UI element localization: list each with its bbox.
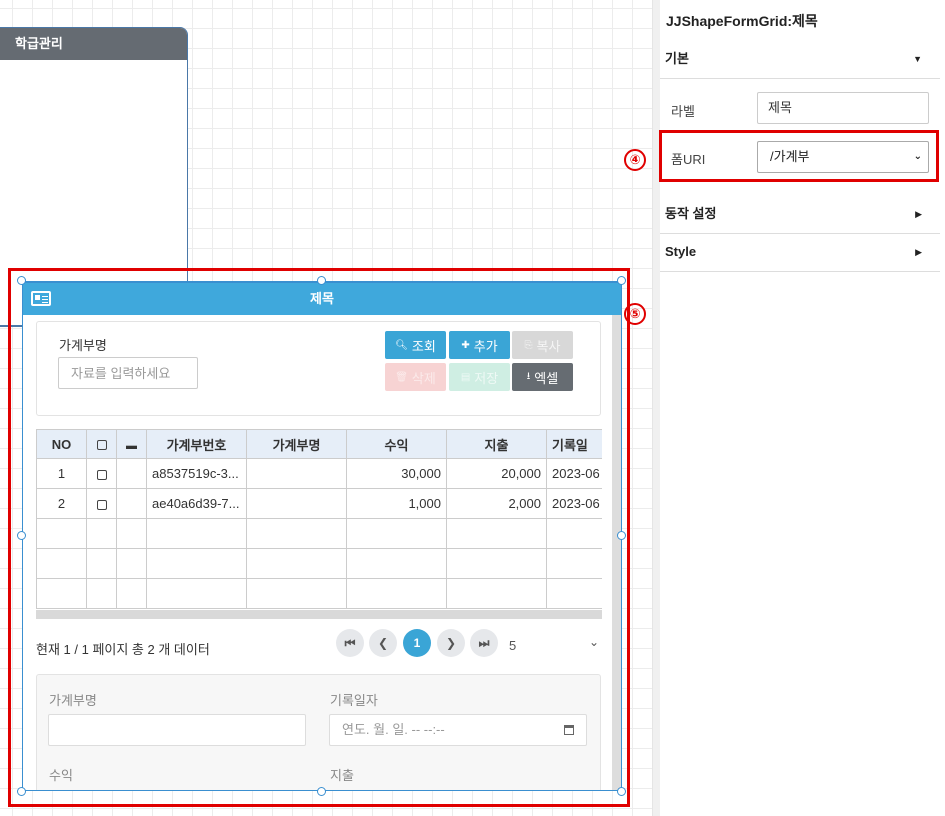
prop-label-label: 라벨 <box>671 104 695 119</box>
panel-title: JJShapeFormGrid:제목 <box>666 13 818 29</box>
caret-right-icon: ▶ <box>915 247 922 257</box>
highlight-box-form-uri <box>659 130 939 182</box>
section-action-label: 동작 설정 <box>665 206 717 221</box>
annotation-marker-5: ⑤ <box>624 303 646 325</box>
section-basic[interactable]: 기본 ▼ <box>660 39 940 79</box>
annotation-marker-4: ④ <box>624 149 646 171</box>
caret-right-icon: ▶ <box>915 209 922 219</box>
section-style[interactable]: Style ▶ <box>660 232 940 272</box>
section-style-label: Style <box>665 244 697 259</box>
property-panel: JJShapeFormGrid:제목 기본 ▼ 라벨 제목 폼URI /가계부 … <box>652 0 945 816</box>
section-action[interactable]: 동작 설정 ▶ <box>660 194 940 234</box>
section-basic-label: 기본 <box>665 51 689 66</box>
diagram-canvas[interactable]: 학급관리 제목 가계부명 🔍︎조회 ✚추가 ⎘복사 🗑︎삭제 ▤저장 <box>0 0 652 816</box>
panel-scrollbar[interactable] <box>653 0 660 816</box>
bg-shape-title: 학급관리 <box>0 28 187 60</box>
prop-label-input[interactable]: 제목 <box>757 92 929 124</box>
caret-down-icon: ▼ <box>913 54 922 64</box>
highlight-box-grid <box>8 268 630 807</box>
